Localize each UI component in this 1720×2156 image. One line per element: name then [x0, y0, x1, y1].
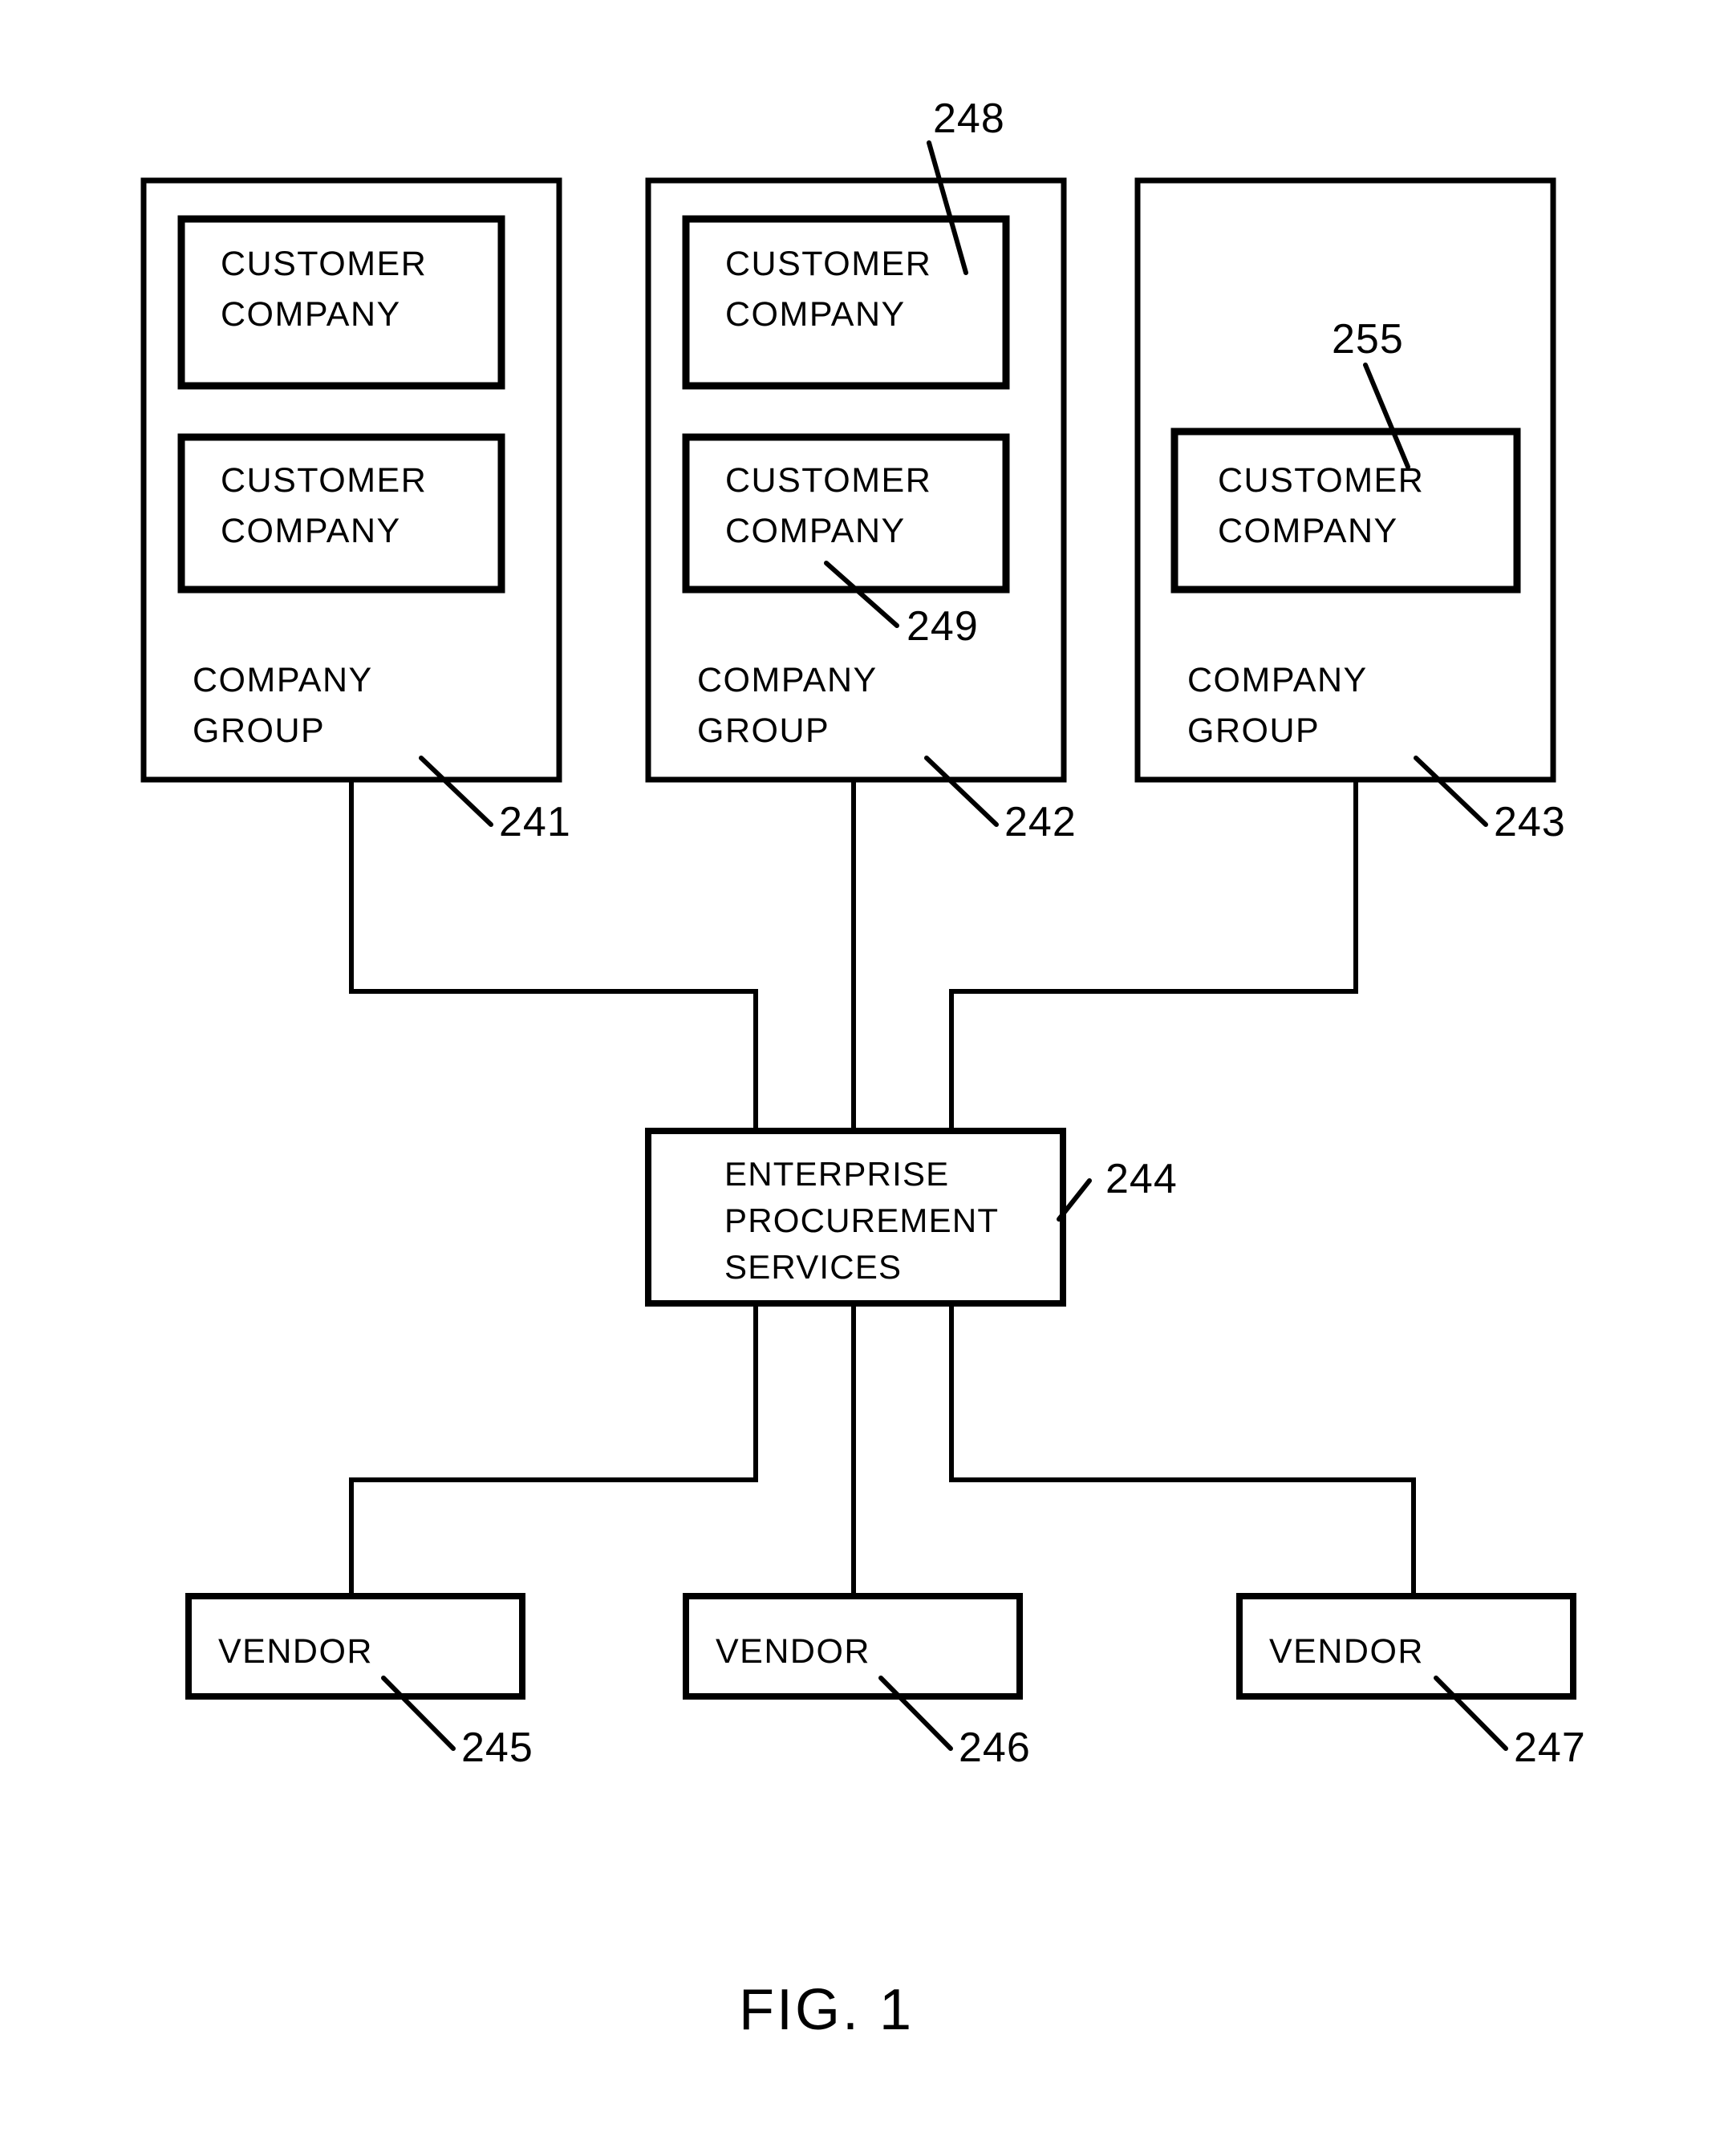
ref-number-246: 246 [959, 1724, 1031, 1771]
company-group-1-label-line2: GROUP [193, 711, 325, 750]
customer-company-3-1-line1: CUSTOMER [1218, 461, 1424, 500]
figure-caption: FIG. 1 [739, 1978, 914, 2042]
customer-company-3-1-box[interactable] [1170, 428, 1521, 594]
customer-company-1-2-line2: COMPANY [221, 512, 401, 550]
ref-number-244: 244 [1105, 1156, 1178, 1202]
customer-company-2-1-line1: CUSTOMER [725, 245, 931, 283]
ref-number-247: 247 [1514, 1724, 1586, 1771]
customer-company-1-2[interactable]: CUSTOMER COMPANY [177, 433, 505, 594]
company-group-3-label-line1: COMPANY [1187, 661, 1368, 699]
vendor-3-label: VENDOR [1269, 1632, 1424, 1671]
company-group-2[interactable]: CUSTOMER COMPANY 248 CUSTOMER COMPANY 24… [645, 95, 1077, 845]
customer-company-1-1-line2: COMPANY [221, 295, 401, 334]
customer-company-2-1-line2: COMPANY [725, 295, 906, 334]
customer-company-1-2-line1: CUSTOMER [221, 461, 427, 500]
customer-company-1-1-line1: CUSTOMER [221, 245, 427, 283]
eps-label-line1: ENTERPRISE [724, 1155, 949, 1193]
customer-company-2-2-line2: COMPANY [725, 512, 906, 550]
company-group-3[interactable]: CUSTOMER COMPANY 255 COMPANY GROUP 243 [1134, 177, 1566, 845]
vendor-1[interactable]: VENDOR 245 [185, 1593, 533, 1771]
connectors-eps-to-vendors [349, 1303, 1416, 1595]
eps-label-line2: PROCUREMENT [724, 1202, 999, 1239]
figure-diagram: CUSTOMER COMPANY CUSTOMER COMPANY COMPAN… [140, 95, 1586, 2042]
company-group-3-label-line2: GROUP [1187, 711, 1320, 750]
customer-company-1-1[interactable]: CUSTOMER COMPANY [177, 215, 505, 390]
customer-company-2-2-line1: CUSTOMER [725, 461, 931, 500]
ref-number-241: 241 [499, 799, 571, 845]
connector-eps-to-vendor1 [349, 1303, 758, 1595]
company-group-2-label-line1: COMPANY [697, 661, 878, 699]
customer-company-2-2[interactable]: CUSTOMER COMPANY [682, 433, 1010, 594]
customer-company-3-1-line2: COMPANY [1218, 512, 1398, 550]
company-group-1[interactable]: CUSTOMER COMPANY CUSTOMER COMPANY COMPAN… [140, 177, 571, 845]
company-group-1-label-line1: COMPANY [193, 661, 373, 699]
ref-number-245: 245 [461, 1724, 533, 1771]
ref-number-249: 249 [907, 603, 979, 650]
vendor-2-label: VENDOR [716, 1632, 870, 1671]
customer-company-3-1[interactable]: CUSTOMER COMPANY [1170, 428, 1521, 594]
ref-number-255: 255 [1332, 316, 1404, 363]
vendor-1-label: VENDOR [218, 1632, 373, 1671]
patent-figure: CUSTOMER COMPANY CUSTOMER COMPANY COMPAN… [0, 0, 1720, 2156]
connector-eps-to-vendor3 [949, 1303, 1416, 1595]
vendor-2[interactable]: VENDOR 246 [683, 1593, 1031, 1771]
ref-number-242: 242 [1004, 799, 1077, 845]
ref-number-243: 243 [1494, 799, 1566, 845]
ref-number-248: 248 [933, 95, 1005, 142]
eps-label-line3: SERVICES [724, 1248, 902, 1286]
company-group-2-label-line2: GROUP [697, 711, 830, 750]
enterprise-procurement-services[interactable]: ENTERPRISE PROCUREMENT SERVICES 244 [645, 1128, 1178, 1307]
vendor-3[interactable]: VENDOR 247 [1236, 1593, 1586, 1771]
